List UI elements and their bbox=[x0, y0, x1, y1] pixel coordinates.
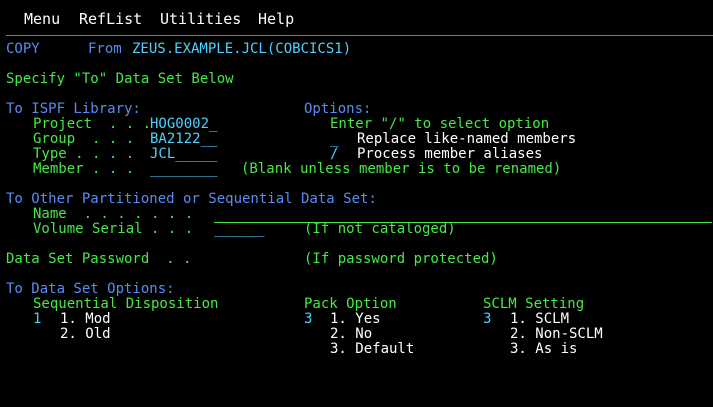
menu-separator bbox=[6, 35, 713, 36]
pack-option-yes: 1. Yes bbox=[330, 311, 381, 327]
seq-disposition-heading: Sequential Disposition bbox=[33, 296, 219, 312]
from-dataset: ZEUS.EXAMPLE.JCL(COBCICS1) bbox=[132, 41, 352, 57]
volume-serial-input[interactable]: ______ bbox=[214, 222, 265, 237]
type-label: Type . . . . bbox=[33, 146, 135, 162]
group-input[interactable]: BA2122__ bbox=[150, 132, 217, 147]
process-aliases-input[interactable]: / bbox=[330, 147, 338, 162]
sclm-setting-heading: SCLM Setting bbox=[483, 296, 585, 312]
options-heading: Options: bbox=[304, 101, 372, 117]
options-hint: Enter "/" to select option bbox=[330, 116, 550, 132]
member-label: Member . . . bbox=[33, 161, 135, 177]
menu-item-menu[interactable]: Menu bbox=[24, 10, 60, 28]
ispf-library-heading: To ISPF Library: bbox=[6, 101, 141, 117]
project-label: Project . . . bbox=[33, 116, 152, 132]
password-note: (If password protected) bbox=[304, 251, 498, 267]
type-input[interactable]: JCL_____ bbox=[150, 147, 217, 162]
menu-item-utilities[interactable]: Utilities bbox=[160, 10, 241, 28]
seq-option-mod: 1. Mod bbox=[60, 311, 111, 327]
menu-bar: Menu RefList Utilities Help bbox=[0, 0, 713, 36]
replace-members-input[interactable]: _ bbox=[330, 132, 338, 147]
pack-option-input[interactable]: 3 bbox=[304, 312, 312, 327]
project-input[interactable]: HOG0002_ bbox=[150, 117, 217, 132]
ds-options-heading: To Data Set Options: bbox=[6, 281, 175, 297]
sclm-option-non-sclm: 2. Non-SCLM bbox=[510, 326, 603, 342]
name-label: Name . . . . . . . bbox=[33, 206, 194, 222]
menu-item-reflist[interactable]: RefList bbox=[79, 10, 142, 28]
seq-option-old: 2. Old bbox=[60, 326, 111, 342]
volume-serial-note: (If not cataloged) bbox=[304, 221, 456, 237]
pack-option-heading: Pack Option bbox=[304, 296, 397, 312]
password-label: Data Set Password . . bbox=[6, 251, 192, 267]
sclm-option-as-is: 3. As is bbox=[510, 341, 578, 357]
other-dataset-heading: To Other Partitioned or Sequential Data … bbox=[6, 191, 377, 207]
member-note: (Blank unless member is to be renamed) bbox=[241, 161, 562, 177]
panel-action-title: COPY bbox=[6, 41, 40, 57]
member-input[interactable]: ________ bbox=[150, 162, 217, 177]
replace-members-label: Replace like-named members bbox=[357, 131, 577, 147]
pack-option-default: 3. Default bbox=[330, 341, 415, 357]
volume-serial-label: Volume Serial . . . bbox=[33, 221, 194, 237]
group-label: Group . . . bbox=[33, 131, 135, 147]
from-label: From bbox=[88, 41, 122, 57]
sclm-option-sclm: 1. SCLM bbox=[510, 311, 570, 327]
menu-item-help[interactable]: Help bbox=[258, 10, 294, 28]
sclm-setting-input[interactable]: 3 bbox=[483, 312, 491, 327]
dataset-name-input[interactable] bbox=[214, 207, 712, 223]
instruction-text: Specify "To" Data Set Below bbox=[6, 71, 234, 87]
pack-option-no: 2. No bbox=[330, 326, 373, 342]
password-input[interactable] bbox=[214, 252, 284, 268]
process-aliases-label: Process member aliases bbox=[357, 146, 543, 162]
seq-disposition-input[interactable]: 1 bbox=[33, 312, 41, 327]
